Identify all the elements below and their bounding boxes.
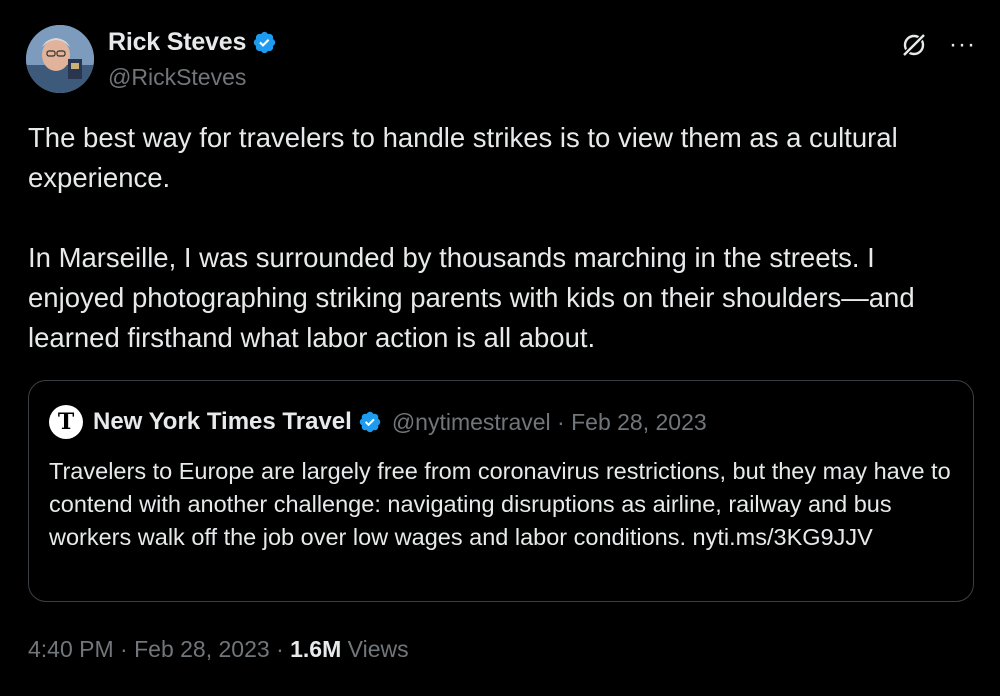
tweet-time[interactable]: 4:40 PM	[28, 636, 114, 662]
author-display-name[interactable]: Rick Steves	[108, 28, 246, 57]
footer-separator: ·	[120, 636, 128, 662]
footer-separator: ·	[276, 636, 284, 662]
tweet-paragraph: In Marseille, I was surrounded by thousa…	[28, 242, 915, 353]
author-name-row: Rick Steves	[108, 28, 277, 57]
avatar[interactable]	[26, 25, 94, 93]
tweet-paragraph: The best way for travelers to handle str…	[28, 122, 898, 193]
nyt-logo-glyph: T	[57, 409, 75, 435]
grok-icon[interactable]	[899, 30, 929, 60]
views-label: Views	[347, 636, 409, 662]
quoted-tweet-date[interactable]: Feb 28, 2023	[571, 409, 707, 436]
quoted-author-handle[interactable]: @nytimestravel	[392, 409, 551, 436]
tweet-footer: 4:40 PM · Feb 28, 2023 · 1.6M Views	[28, 636, 409, 663]
quoted-tweet-header: T New York Times Travel @nytimestravel ·…	[49, 405, 707, 439]
tweet-actions-top: ···	[899, 30, 976, 60]
views-count: 1.6M	[290, 636, 342, 662]
verified-badge-icon	[359, 411, 381, 433]
nyt-logo-icon: T	[49, 405, 83, 439]
author-handle[interactable]: @RickSteves	[108, 64, 246, 91]
quoted-tweet-text: Travelers to Europe are largely free fro…	[49, 458, 951, 550]
quoted-tweet-card[interactable]: T New York Times Travel @nytimestravel ·…	[28, 380, 974, 602]
meta-separator: ·	[557, 408, 565, 435]
verified-badge-icon	[253, 31, 276, 54]
quoted-author-name[interactable]: New York Times Travel	[93, 408, 352, 436]
more-options-icon[interactable]: ···	[949, 33, 976, 57]
tweet-date[interactable]: Feb 28, 2023	[134, 636, 270, 662]
tweet-text: The best way for travelers to handle str…	[28, 118, 978, 358]
